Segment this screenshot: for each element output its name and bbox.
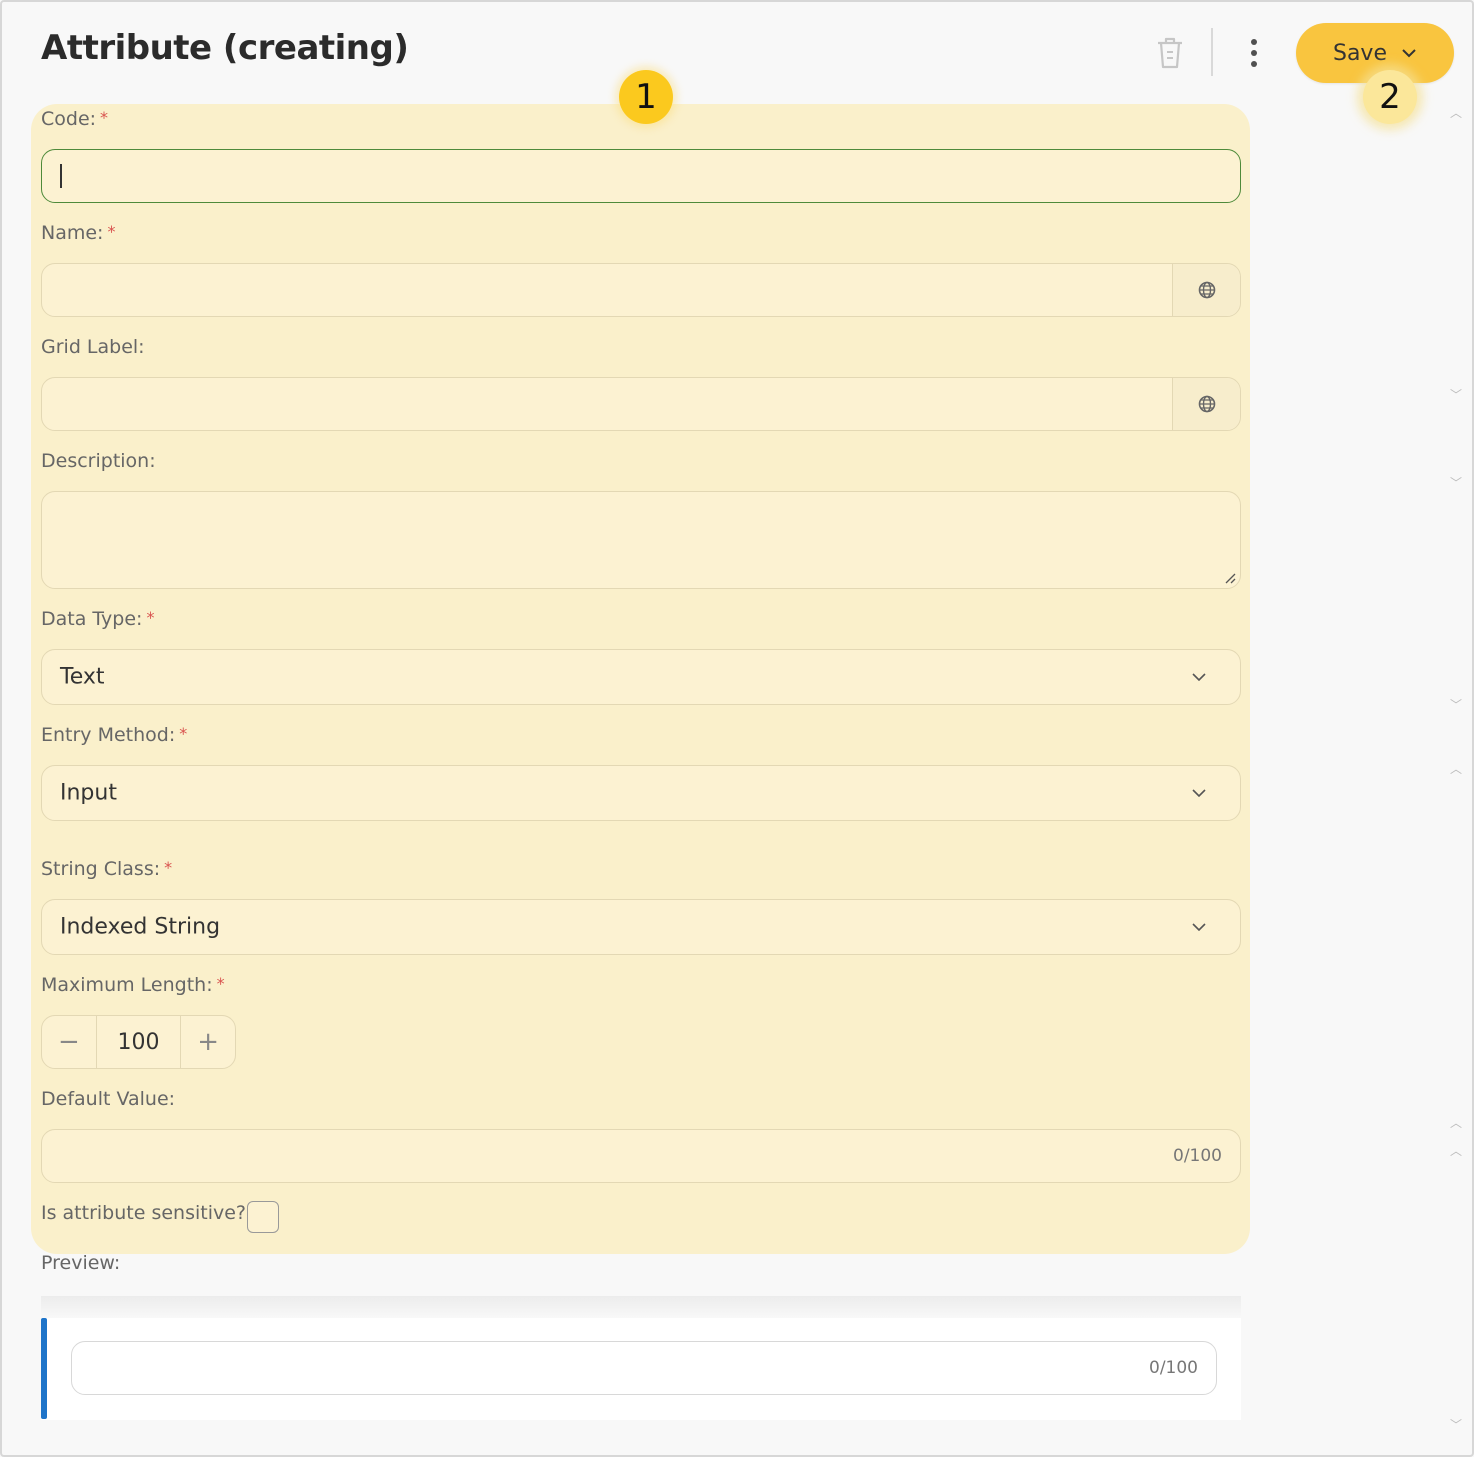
code-input[interactable]: [41, 149, 1241, 203]
maximum-length-label: Maximum Length: *: [41, 974, 225, 996]
delete-button[interactable]: [1153, 34, 1187, 72]
chevron-down-icon[interactable]: ﹀: [1449, 1416, 1463, 1433]
chevron-up-icon[interactable]: ︿: [1449, 1142, 1463, 1159]
trash-icon: [1158, 37, 1182, 69]
annotation-badge-1: 1: [619, 70, 673, 124]
preview-label: Preview:: [41, 1252, 121, 1274]
chevron-down-icon: [1192, 923, 1206, 931]
name-translate-button[interactable]: [1172, 264, 1240, 316]
chevron-down-icon[interactable]: ﹀: [1449, 474, 1463, 491]
chevron-down-icon: [1192, 789, 1206, 797]
entry-method-value: Input: [60, 780, 117, 806]
increment-button[interactable]: +: [181, 1016, 235, 1068]
sensitive-checkbox[interactable]: [247, 1201, 279, 1233]
chevron-up-icon[interactable]: ︿: [1449, 104, 1463, 121]
toolbar-divider: [1211, 28, 1213, 76]
grid-label-label: Grid Label:: [41, 336, 145, 358]
string-class-value: Indexed String: [60, 914, 221, 940]
annotation-badge-2: 2: [1363, 70, 1417, 124]
chevron-down-icon: [1402, 49, 1416, 58]
text-caret: [60, 164, 62, 188]
entry-method-select[interactable]: Input: [41, 765, 1241, 821]
code-label: Code: *: [41, 108, 109, 130]
globe-icon: [1198, 395, 1215, 413]
decrement-button[interactable]: −: [42, 1016, 96, 1068]
preview-counter: 0/100: [1149, 1358, 1198, 1378]
name-input[interactable]: [41, 263, 1241, 317]
entry-method-label: Entry Method: *: [41, 724, 188, 746]
data-type-select[interactable]: Text: [41, 649, 1241, 705]
sensitive-label: Is attribute sensitive?: [41, 1202, 247, 1224]
page-title: Attribute (creating): [41, 28, 409, 68]
string-class-label: String Class: *: [41, 858, 173, 880]
default-value-input[interactable]: 0/100: [41, 1129, 1241, 1183]
grid-label-input[interactable]: [41, 377, 1241, 431]
default-value-label: Default Value:: [41, 1088, 176, 1110]
data-type-label: Data Type: *: [41, 608, 155, 630]
default-value-counter: 0/100: [1173, 1146, 1222, 1166]
maximum-length-value[interactable]: 100: [95, 1016, 182, 1068]
preview-input[interactable]: 0/100: [71, 1341, 1217, 1395]
description-textarea[interactable]: [41, 491, 1241, 589]
name-label: Name: *: [41, 222, 116, 244]
more-vertical-icon[interactable]: [1238, 34, 1270, 72]
save-button-label: Save: [1332, 40, 1387, 66]
resize-handle-icon[interactable]: [1224, 572, 1236, 584]
description-label: Description:: [41, 450, 156, 472]
data-type-value: Text: [60, 664, 105, 690]
globe-icon: [1198, 281, 1215, 299]
chevron-down-icon[interactable]: ﹀: [1449, 386, 1463, 403]
chevron-up-icon[interactable]: ︿: [1449, 1114, 1463, 1131]
chevron-up-icon[interactable]: ︿: [1449, 760, 1463, 777]
preview-accent-bar: [41, 1318, 47, 1419]
chevron-down-icon[interactable]: ﹀: [1449, 696, 1463, 713]
grid-label-translate-button[interactable]: [1172, 378, 1240, 430]
chevron-down-icon: [1192, 673, 1206, 681]
maximum-length-stepper: − 100 +: [41, 1015, 236, 1069]
string-class-select[interactable]: Indexed String: [41, 899, 1241, 955]
